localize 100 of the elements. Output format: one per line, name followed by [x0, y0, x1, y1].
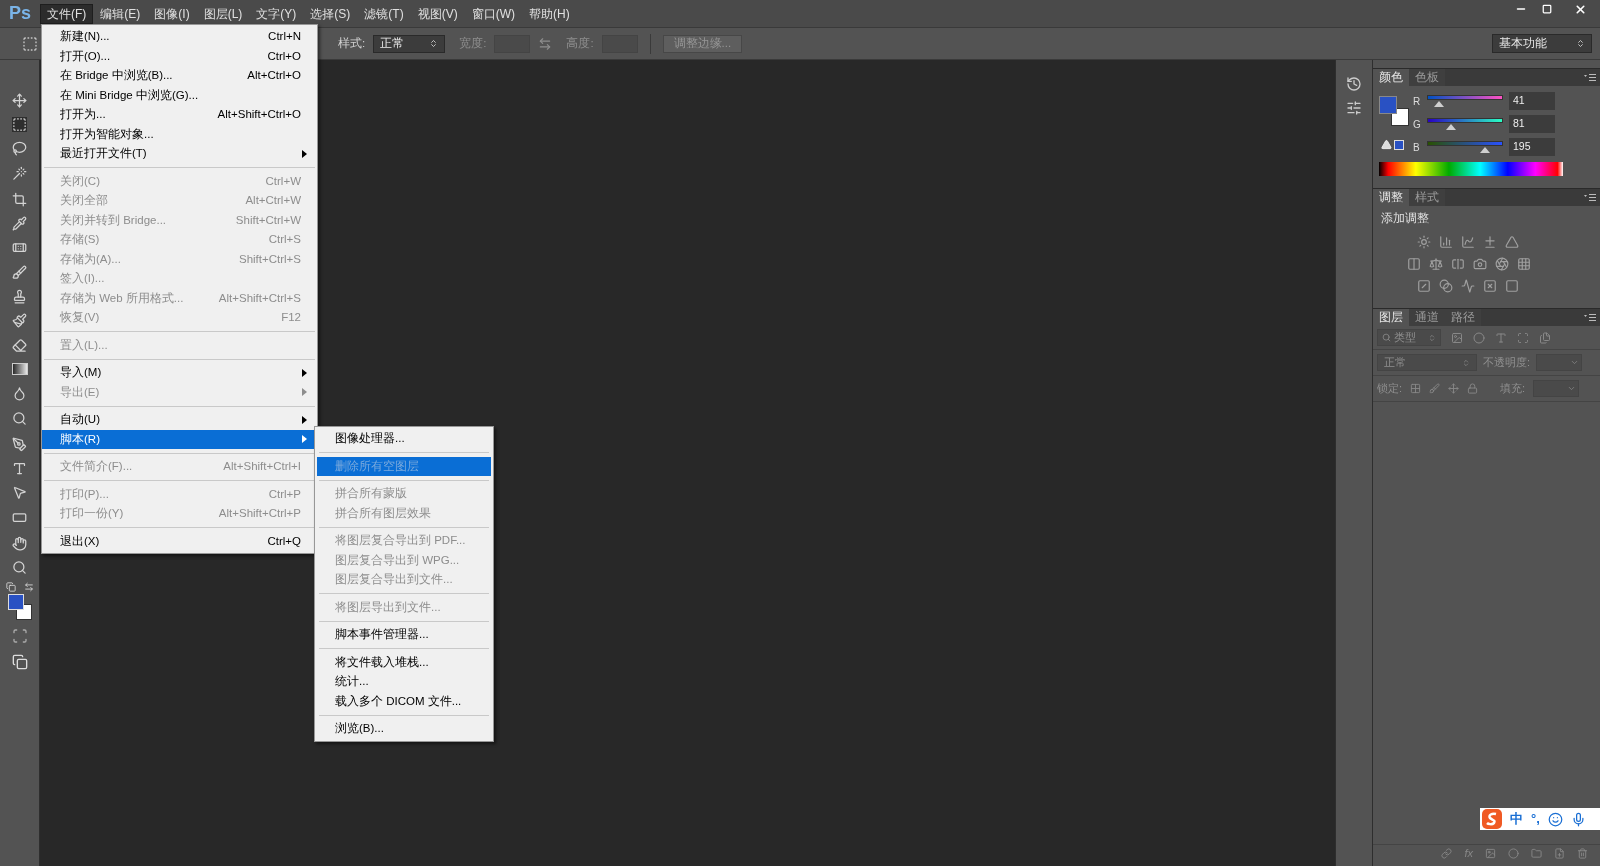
menu-bar-item[interactable]: 滤镜(T): [357, 3, 411, 24]
menu-item[interactable]: 脚本事件管理器...: [317, 625, 491, 645]
updown-caret-icon: [1576, 39, 1585, 48]
opacity-field[interactable]: [1536, 354, 1583, 371]
stamp-tool-icon[interactable]: [12, 289, 27, 304]
text-tool-icon[interactable]: [12, 461, 27, 477]
zoom-tool-icon[interactable]: [12, 560, 27, 576]
checker-lock-icon[interactable]: [1410, 383, 1422, 394]
brush-tool-icon[interactable]: [12, 264, 27, 280]
channel-slider[interactable]: [1427, 94, 1503, 108]
menu-item[interactable]: 自动(U): [42, 410, 317, 430]
ime-mode-text[interactable]: 中: [1510, 809, 1523, 829]
panel-tab[interactable]: 调整: [1373, 189, 1409, 206]
menu-bar-item[interactable]: 文字(Y): [249, 3, 304, 24]
panel-menu-icon[interactable]: [1584, 73, 1596, 82]
menu-item[interactable]: 脚本(R): [42, 429, 317, 449]
color-swatches[interactable]: [1379, 96, 1409, 126]
gradient-tool-icon[interactable]: [11, 363, 28, 376]
panel-tab[interactable]: 色板: [1409, 69, 1445, 86]
crossed-square-icon[interactable]: [1483, 279, 1497, 294]
channel-value-field[interactable]: 195: [1509, 138, 1555, 156]
panel-tab[interactable]: 路径: [1445, 309, 1481, 326]
lasso-tool-icon[interactable]: [12, 141, 27, 157]
menu-item[interactable]: 打开(O)... Ctrl+O: [42, 46, 317, 66]
warning-triangle-icon[interactable]: [1381, 139, 1392, 150]
history-icon[interactable]: [1346, 76, 1362, 92]
overlapping-circles-icon[interactable]: [1439, 279, 1453, 294]
panel-tab[interactable]: 颜色: [1373, 69, 1409, 86]
menu-item[interactable]: 在 Bridge 中浏览(B)... Alt+Ctrl+O: [42, 66, 317, 86]
eraser-tool-icon[interactable]: [12, 337, 27, 353]
triangle-icon[interactable]: [1505, 235, 1519, 250]
panel-menu-icon[interactable]: [1584, 193, 1596, 202]
magic-wand-icon[interactable]: [12, 165, 27, 181]
curve-chart-icon[interactable]: [1461, 235, 1475, 250]
split-square-icon[interactable]: [1451, 257, 1465, 272]
camera-icon[interactable]: [1473, 257, 1487, 272]
aperture-icon[interactable]: [1495, 257, 1509, 272]
menu-bar-item[interactable]: 文件(F): [40, 3, 94, 24]
swap-colors-icon[interactable]: [23, 581, 34, 592]
menu-bar-item[interactable]: 视图(V): [410, 3, 465, 24]
menu-item[interactable]: 打开为... Alt+Shift+Ctrl+O: [42, 105, 317, 125]
menu-item[interactable]: 统计...: [317, 672, 491, 692]
menu-item[interactable]: 在 Mini Bridge 中浏览(G)...: [42, 85, 317, 105]
columns-icon[interactable]: [1407, 257, 1421, 272]
panel-tab[interactable]: 样式: [1409, 189, 1445, 206]
channel-value-field[interactable]: 41: [1509, 92, 1555, 110]
menu-bar-item[interactable]: 帮助(H): [522, 3, 577, 24]
menu-item[interactable]: 将文件载入堆栈...: [317, 652, 491, 672]
paintbrush-icon[interactable]: [12, 313, 27, 329]
shortcut-text: Ctrl+O: [267, 48, 301, 64]
hand-tool-icon[interactable]: [12, 536, 27, 551]
menu-item[interactable]: 最近打开文件(T): [42, 144, 317, 164]
menu-bar-item[interactable]: 窗口(W): [464, 3, 522, 24]
square-icon[interactable]: [1505, 279, 1519, 294]
wave-icon[interactable]: [1461, 279, 1475, 294]
menu-item[interactable]: 导入(M): [42, 363, 317, 383]
panel-tab[interactable]: 图层: [1373, 309, 1409, 326]
menu-bar-item[interactable]: 编辑(E): [93, 3, 148, 24]
scale-icon[interactable]: [1429, 257, 1443, 272]
menu-item[interactable]: 退出(X) Ctrl+Q: [42, 531, 317, 551]
updown-caret-icon: [429, 39, 439, 48]
quick-mask-icon[interactable]: [11, 627, 28, 644]
channel-value-field[interactable]: 81: [1509, 115, 1555, 133]
ime-mode-text[interactable]: °,: [1531, 809, 1540, 829]
properties-icon[interactable]: [1346, 100, 1362, 116]
marquee-preset-icon[interactable]: [22, 35, 38, 52]
droplet-icon[interactable]: [12, 386, 27, 402]
menu-bar-item[interactable]: 图层(L): [196, 3, 250, 24]
marquee-tool-icon[interactable]: [12, 116, 27, 132]
bar-chart-icon[interactable]: [1439, 235, 1453, 250]
color-swatches[interactable]: [5, 593, 34, 620]
workspace-dropdown[interactable]: 基本功能: [1492, 34, 1592, 53]
web-safe-swatch[interactable]: [1394, 139, 1404, 150]
pen-tool-icon[interactable]: [12, 436, 27, 452]
eyedropper-icon[interactable]: [12, 216, 27, 232]
fill-field[interactable]: [1533, 380, 1580, 397]
magnifier-icon[interactable]: [12, 410, 27, 426]
menu-item[interactable]: 图像处理器...: [317, 429, 491, 449]
shortcut-text: Alt+Shift+Ctrl+O: [217, 107, 301, 123]
menu-item[interactable]: 载入多个 DICOM 文件...: [317, 691, 491, 711]
menu-item[interactable]: 新建(N)... Ctrl+N: [42, 27, 317, 47]
pointer-tool-icon[interactable]: [12, 485, 27, 501]
channel-slider[interactable]: [1427, 140, 1503, 154]
panel-menu-icon[interactable]: [1584, 313, 1596, 322]
sun-icon[interactable]: [1417, 235, 1431, 250]
menu-bar-item[interactable]: 图像(I): [147, 3, 197, 24]
move-tool-icon[interactable]: [12, 92, 27, 108]
channel-slider[interactable]: [1427, 117, 1503, 131]
crop-tool-icon[interactable]: [12, 191, 27, 207]
grid-icon[interactable]: [1517, 257, 1531, 272]
menu-item[interactable]: 打开为智能对象...: [42, 124, 317, 144]
menu-item[interactable]: 浏览(B)...: [317, 719, 491, 739]
microphone-icon[interactable]: [1570, 811, 1586, 827]
color-spectrum[interactable]: [1379, 162, 1563, 176]
style-dropdown[interactable]: 正常: [373, 34, 446, 53]
menu-bar-item[interactable]: 选择(S): [303, 3, 358, 24]
shortcut-text: F12: [281, 310, 301, 326]
smiley-icon[interactable]: [1547, 811, 1563, 827]
slashed-square-icon[interactable]: [1417, 279, 1431, 294]
panel-tab[interactable]: 通道: [1409, 309, 1445, 326]
